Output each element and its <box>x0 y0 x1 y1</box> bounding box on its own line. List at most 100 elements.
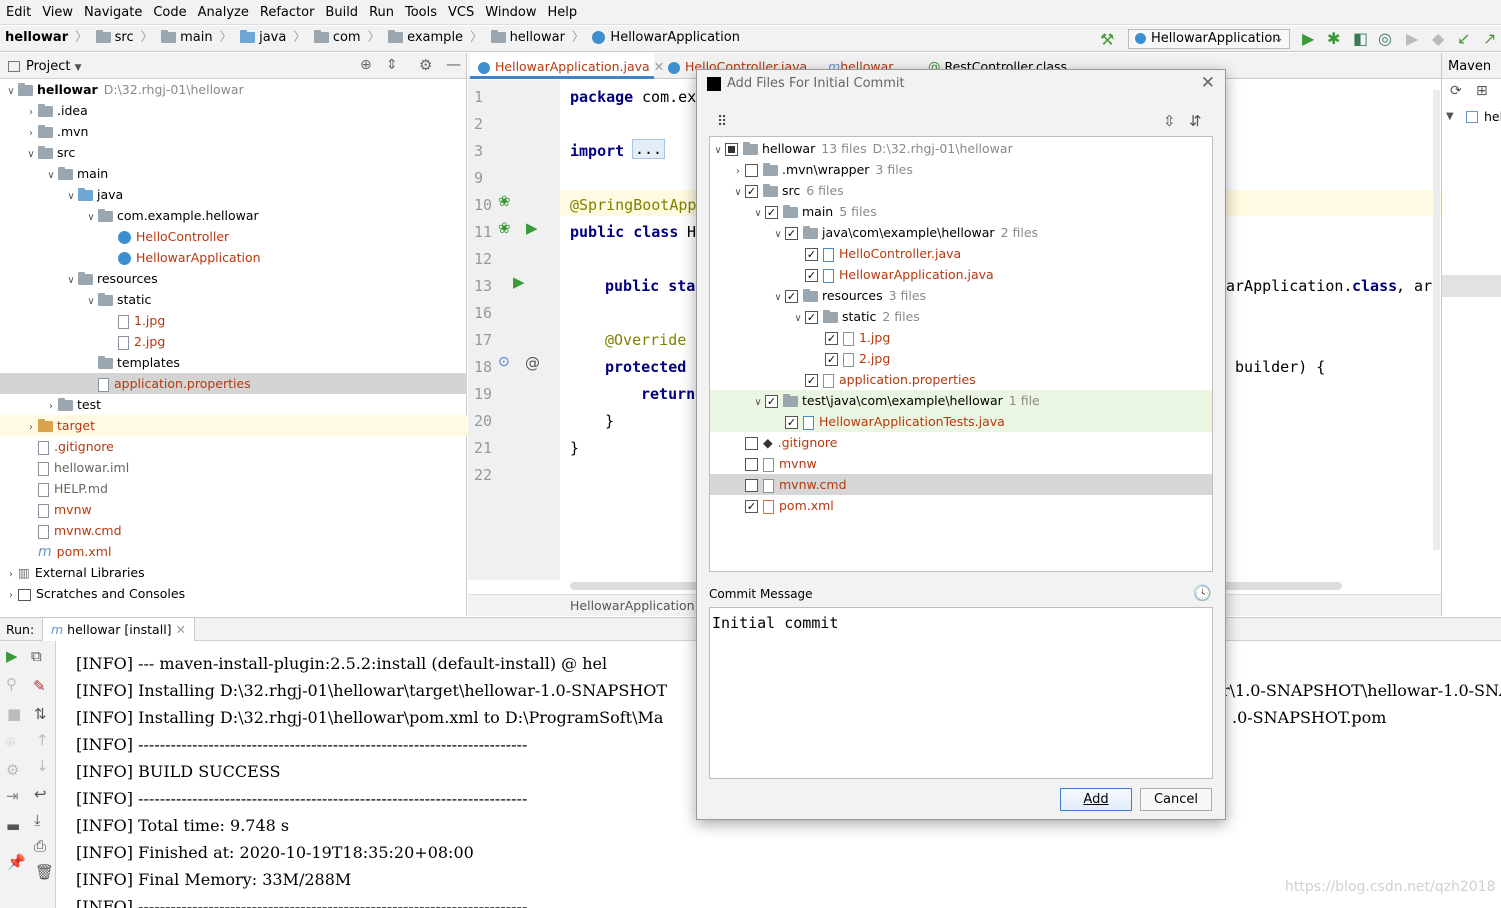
include-checkbox[interactable]: ✓ <box>825 332 838 345</box>
camera-icon[interactable]: ⌾ <box>6 733 15 751</box>
include-checkbox[interactable]: ✓ <box>805 248 818 261</box>
breadcrumb-com[interactable]: com <box>333 26 361 45</box>
commit-tree-item[interactable]: ∨ ✓ java\com\example\hellowar 2 files <box>710 222 1212 243</box>
project-tree-item[interactable]: hellowar.iml <box>0 457 467 478</box>
print-icon[interactable]: ⎙ <box>34 837 46 855</box>
layout-icon[interactable]: ▬ <box>6 817 20 835</box>
menu-window[interactable]: Window <box>479 0 541 20</box>
include-checkbox[interactable]: ✓ <box>785 227 798 240</box>
breadcrumb-main[interactable]: main <box>180 26 212 45</box>
stop-icon[interactable]: ◆ <box>1432 29 1444 48</box>
menu-navigate[interactable]: Navigate <box>78 0 147 20</box>
menu-vcs[interactable]: VCS <box>442 0 479 20</box>
history-clock-icon[interactable]: 🕓 <box>1193 584 1212 602</box>
include-checkbox[interactable] <box>745 458 758 471</box>
project-tree-item[interactable]: ∨ com.example.hellowar <box>0 205 467 226</box>
soft-wrap-icon[interactable]: ↩ <box>34 785 47 803</box>
build-hammer-icon[interactable]: ⚒ <box>1100 30 1114 49</box>
project-panel-title[interactable]: Project <box>26 59 70 74</box>
include-checkbox[interactable]: ✓ <box>765 206 778 219</box>
include-checkbox[interactable] <box>725 143 738 156</box>
close-icon[interactable]: ✕ <box>176 622 186 637</box>
chevron-down-icon[interactable]: ∨ <box>4 81 18 102</box>
commit-tree-item[interactable]: ∨ ✓ static 2 files <box>710 306 1212 327</box>
project-tree-item[interactable]: › .mvn <box>0 121 467 142</box>
code-folded-imports[interactable]: ... <box>632 139 666 159</box>
include-checkbox[interactable]: ✓ <box>785 416 798 429</box>
restore-layout-icon[interactable]: ⧉ <box>31 647 42 665</box>
chevron-down-icon[interactable]: ▼ <box>75 63 82 73</box>
commit-tree-item[interactable]: ∨ ✓ main 5 files <box>710 201 1212 222</box>
annotation-gutter-icon[interactable]: @ <box>525 354 540 372</box>
trash-icon[interactable]: 🗑 <box>35 863 54 881</box>
run-disabled-icon[interactable]: ▶ <box>1406 29 1418 48</box>
menu-edit[interactable]: Edit <box>0 0 36 20</box>
chevron-down-icon[interactable]: ∨ <box>24 144 38 165</box>
commit-tree-item[interactable]: ∨ ✓ test\java\com\example\hellowar 1 file <box>710 390 1212 411</box>
chevron-right-icon[interactable]: › <box>24 417 38 438</box>
project-tree-item[interactable]: HELP.md <box>0 478 467 499</box>
chevron-down-icon[interactable]: ∨ <box>771 224 785 245</box>
chevron-down-icon[interactable]: ∨ <box>771 287 785 308</box>
project-tree-item[interactable]: templates <box>0 352 467 373</box>
project-tree-item[interactable]: application.properties <box>0 373 467 394</box>
stop-icon[interactable]: ■ <box>7 705 21 723</box>
project-tree-item[interactable]: ∨ resources <box>0 268 467 289</box>
project-tree-item[interactable]: › test <box>0 394 467 415</box>
commit-tree-item[interactable]: › .mvn\wrapper 3 files <box>710 159 1212 180</box>
locate-icon[interactable]: ⊕ <box>360 57 372 73</box>
include-checkbox[interactable] <box>745 164 758 177</box>
commit-tree-item[interactable]: ◆ .gitignore <box>710 432 1212 453</box>
menu-view[interactable]: View <box>36 0 78 20</box>
toggle-tests-icon[interactable]: ⚲ <box>6 675 17 693</box>
menu-code[interactable]: Code <box>147 0 191 20</box>
settings-icon[interactable]: ⚙ <box>6 761 19 779</box>
include-checkbox[interactable]: ✓ <box>745 500 758 513</box>
sort-icon[interactable]: ⇅ <box>34 705 47 723</box>
cancel-button[interactable]: Cancel <box>1140 788 1212 811</box>
vcs-commit-icon[interactable]: ↗ <box>1483 29 1496 48</box>
chevron-right-icon[interactable]: › <box>24 123 38 144</box>
editor-breadcrumb-label[interactable]: HellowarApplication <box>570 598 695 613</box>
project-tree-item[interactable]: 1.jpg <box>0 310 467 331</box>
chevron-down-icon[interactable]: ∨ <box>711 140 725 161</box>
maven-project-label[interactable]: hell <box>1484 109 1501 124</box>
commit-tree-item[interactable]: ✓ application.properties <box>710 369 1212 390</box>
pin-icon[interactable]: 📌 <box>7 853 26 871</box>
chevron-down-icon[interactable]: ∨ <box>791 308 805 329</box>
run-icon[interactable]: ▶ <box>1302 29 1314 48</box>
run-gutter-icon[interactable]: ▶ <box>526 219 538 237</box>
expand-all-icon[interactable]: ⇳ <box>1163 112 1176 130</box>
include-checkbox[interactable]: ✓ <box>765 395 778 408</box>
project-tree-item[interactable]: mvnw.cmd <box>0 520 467 541</box>
commit-tree-item[interactable]: mvnw <box>710 453 1212 474</box>
commit-message-input[interactable]: Initial commit <box>709 607 1213 779</box>
commit-tree-item[interactable]: mvnw.cmd <box>710 474 1212 495</box>
project-tree-item[interactable]: .gitignore <box>0 436 467 457</box>
project-tree-item[interactable]: m pom.xml <box>0 541 467 562</box>
vcs-update-icon[interactable]: ↙ <box>1457 29 1470 48</box>
project-tree-item[interactable]: ∨ main <box>0 163 467 184</box>
rerun-icon[interactable]: ▶ <box>6 647 18 665</box>
vertical-scrollbar[interactable] <box>1433 90 1440 550</box>
maven-panel-title[interactable]: Maven <box>1442 53 1501 79</box>
scroll-to-end-icon[interactable]: ⤓ <box>34 811 41 829</box>
gear-icon[interactable]: ⚙ <box>419 56 432 74</box>
breadcrumb-class[interactable]: HellowarApplication <box>610 26 740 45</box>
menu-build[interactable]: Build <box>319 0 363 20</box>
include-checkbox[interactable]: ✓ <box>745 185 758 198</box>
collapse-all-icon[interactable]: ⇕ <box>386 57 398 73</box>
menu-tools[interactable]: Tools <box>399 0 442 20</box>
project-tree-item[interactable]: HelloController <box>0 226 467 247</box>
minimize-icon[interactable]: — <box>446 55 461 73</box>
chevron-right-icon[interactable]: › <box>731 161 745 182</box>
close-icon[interactable]: ✕ <box>1201 73 1215 93</box>
group-by-icon[interactable]: ⠿ <box>717 114 727 130</box>
project-tree-item[interactable]: mvnw <box>0 499 467 520</box>
chevron-right-icon[interactable]: › <box>24 102 38 123</box>
menu-help[interactable]: Help <box>542 0 583 20</box>
exit-icon[interactable]: ⇥ <box>6 787 19 805</box>
commit-tree-item[interactable]: ✓ HellowarApplicationTests.java <box>710 411 1212 432</box>
project-tree-item[interactable]: ∨ hellowar D:\32.rhgj-01\hellowar <box>0 79 467 100</box>
chevron-down-icon[interactable]: ∨ <box>751 203 765 224</box>
